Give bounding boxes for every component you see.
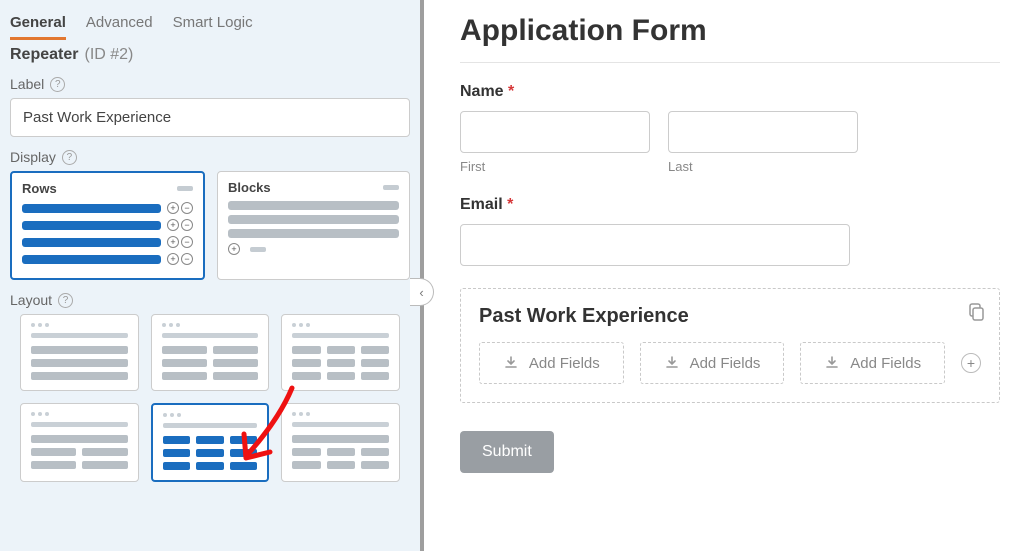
- last-sublabel: Last: [668, 159, 858, 174]
- repeater-field-block[interactable]: Past Work Experience Add Fields Add Fiel…: [460, 288, 1000, 403]
- help-icon[interactable]: ?: [58, 293, 73, 308]
- layout-option-2col[interactable]: [151, 314, 270, 391]
- layout-caption: Layout: [10, 292, 52, 308]
- tab-smart-logic[interactable]: Smart Logic: [173, 10, 253, 40]
- divider: [460, 62, 1000, 63]
- layout-option-3col[interactable]: [281, 314, 400, 391]
- name-label: Name: [460, 83, 504, 100]
- last-name-input[interactable]: [668, 111, 858, 153]
- help-icon[interactable]: ?: [62, 150, 77, 165]
- add-fields-label: Add Fields: [529, 355, 600, 372]
- display-rows-label: Rows: [22, 181, 57, 196]
- tab-general[interactable]: General: [10, 10, 66, 40]
- field-id: (ID #2): [84, 46, 133, 64]
- first-name-input[interactable]: [460, 111, 650, 153]
- required-mark: *: [507, 196, 513, 213]
- email-field[interactable]: Email *: [460, 196, 1000, 266]
- add-fields-label: Add Fields: [690, 355, 761, 372]
- add-row-button[interactable]: +: [961, 353, 981, 373]
- display-option-rows[interactable]: Rows +− +− +− +−: [10, 171, 205, 280]
- add-fields-icon: [824, 355, 840, 371]
- plus-icon: +: [228, 243, 240, 255]
- name-field[interactable]: Name * First Last: [460, 83, 1000, 174]
- field-type-name: Repeater: [10, 46, 78, 64]
- email-label: Email: [460, 196, 503, 213]
- field-settings-panel: General Advanced Smart Logic Repeater (I…: [0, 0, 424, 551]
- email-input[interactable]: [460, 224, 850, 266]
- field-heading: Repeater (ID #2): [0, 40, 420, 72]
- submit-button[interactable]: Submit: [460, 431, 554, 473]
- layout-group: Layout ?: [0, 288, 420, 490]
- help-icon[interactable]: ?: [50, 77, 65, 92]
- first-sublabel: First: [460, 159, 650, 174]
- add-fields-icon: [503, 355, 519, 371]
- display-group: Display ? Rows +− +− +− +− Blocks: [0, 145, 420, 288]
- settings-tabs: General Advanced Smart Logic: [0, 0, 420, 40]
- layout-option-3col-alt[interactable]: [151, 403, 270, 482]
- form-title[interactable]: Application Form: [460, 0, 1000, 62]
- plus-icon: +: [167, 202, 179, 214]
- layout-option-1col[interactable]: [20, 314, 139, 391]
- required-mark: *: [508, 83, 514, 100]
- add-fields-icon: [664, 355, 680, 371]
- collapse-bar-icon: [177, 186, 193, 191]
- display-blocks-label: Blocks: [228, 180, 271, 195]
- duplicate-icon[interactable]: [967, 303, 985, 321]
- layout-option-1-3[interactable]: [281, 403, 400, 482]
- form-preview-panel: Application Form Name * First Last Email…: [424, 0, 1024, 551]
- add-fields-slot[interactable]: Add Fields: [800, 342, 945, 384]
- minus-icon: −: [181, 202, 193, 214]
- add-fields-label: Add Fields: [850, 355, 921, 372]
- add-fields-slot[interactable]: Add Fields: [479, 342, 624, 384]
- label-caption: Label: [10, 76, 44, 92]
- repeater-title: Past Work Experience: [479, 305, 981, 328]
- label-group: Label ?: [0, 72, 420, 145]
- label-input[interactable]: [10, 98, 410, 137]
- tab-advanced[interactable]: Advanced: [86, 10, 153, 40]
- display-caption: Display: [10, 149, 56, 165]
- layout-option-1-2[interactable]: [20, 403, 139, 482]
- add-fields-slot[interactable]: Add Fields: [640, 342, 785, 384]
- display-option-blocks[interactable]: Blocks +: [217, 171, 410, 280]
- collapse-bar-icon: [383, 185, 399, 190]
